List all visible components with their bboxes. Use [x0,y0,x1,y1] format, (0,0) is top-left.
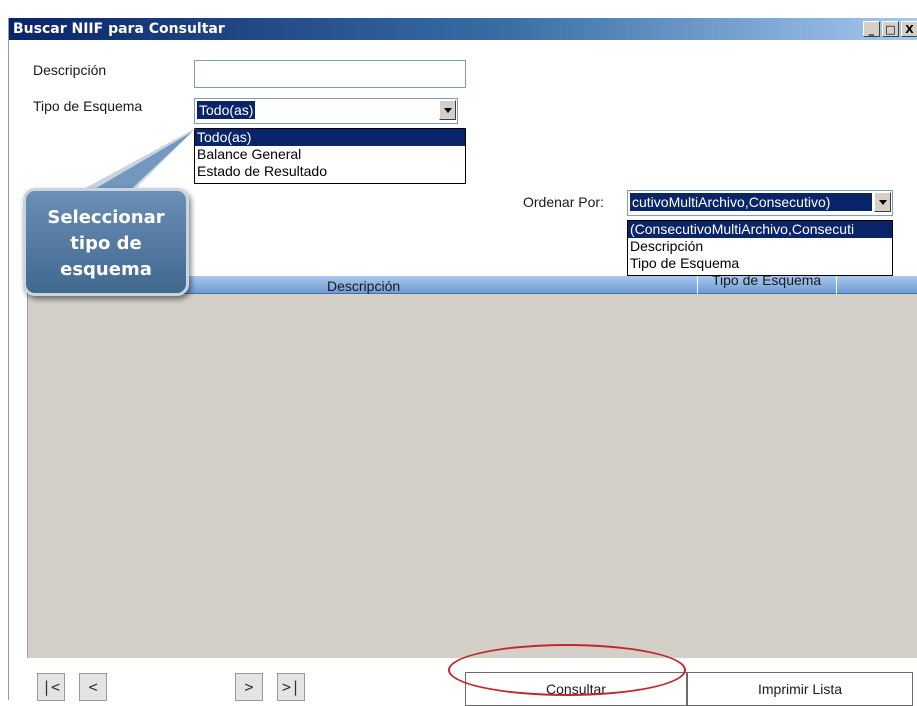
ordenar-por-dropdown-button[interactable] [874,192,891,212]
tipo-esquema-dropdown-button[interactable] [439,100,456,120]
tipo-esquema-selected: Todo(as) [197,101,256,119]
window-title: Buscar NIIF para Consultar [13,21,225,37]
chevron-down-icon [443,107,452,113]
callout-line: Seleccionar [47,207,165,228]
chevron-down-icon [878,199,887,205]
window-controls: _ □ X [863,21,917,37]
tipo-esquema-select[interactable]: Todo(as) [194,98,458,124]
callout-line: esquema [60,259,152,280]
ordenar-por-select[interactable]: cutivoMultiArchivo,Consecutivo) [627,190,893,216]
imprimir-lista-button[interactable]: Imprimir Lista [687,672,913,706]
descripcion-label: Descripción [33,62,107,78]
callout-text: Seleccionar tipo de esquema [26,205,186,283]
ordenar-por-label: Ordenar Por: [523,194,604,210]
descripcion-input[interactable] [194,60,466,88]
nav-prev-button[interactable]: < [79,673,107,701]
column-tipo-esquema-cell[interactable]: Tipo de Esquema [697,272,837,294]
callout-line: tipo de [70,233,142,254]
callout-bubble: Seleccionar tipo de esquema [23,188,189,296]
title-bar[interactable]: Buscar NIIF para Consultar _ □ X [9,18,917,40]
tipo-option-todos[interactable]: Todo(as) [195,129,465,146]
minimize-button[interactable]: _ [863,21,880,37]
close-button[interactable]: X [901,21,917,37]
maximize-button[interactable]: □ [882,21,899,37]
ordenar-option-consecutivo[interactable]: (ConsecutivoMultiArchivo,Consecuti [628,221,892,238]
nav-last-button[interactable]: >| [277,673,305,701]
search-window: Buscar NIIF para Consultar _ □ X Descrip… [8,18,917,706]
ordenar-option-descripcion[interactable]: Descripción [628,238,892,255]
ordenar-option-tipo[interactable]: Tipo de Esquema [628,255,892,272]
consultar-button[interactable]: Consultar [465,672,687,706]
tipo-option-balance[interactable]: Balance General [195,146,465,163]
nav-next-button[interactable]: > [235,673,263,701]
ordenar-por-options: (ConsecutivoMultiArchivo,Consecuti Descr… [627,220,893,276]
nav-first-button[interactable]: |< [37,673,65,701]
ordenar-por-selected: cutivoMultiArchivo,Consecutivo) [630,193,872,211]
tipo-esquema-label: Tipo de Esquema [33,98,143,114]
tipo-option-estado[interactable]: Estado de Resultado [195,163,465,180]
tipo-esquema-options: Todo(as) Balance General Estado de Resul… [194,128,466,184]
results-grid[interactable] [27,294,917,658]
column-descripcion[interactable]: Descripción [327,276,400,294]
